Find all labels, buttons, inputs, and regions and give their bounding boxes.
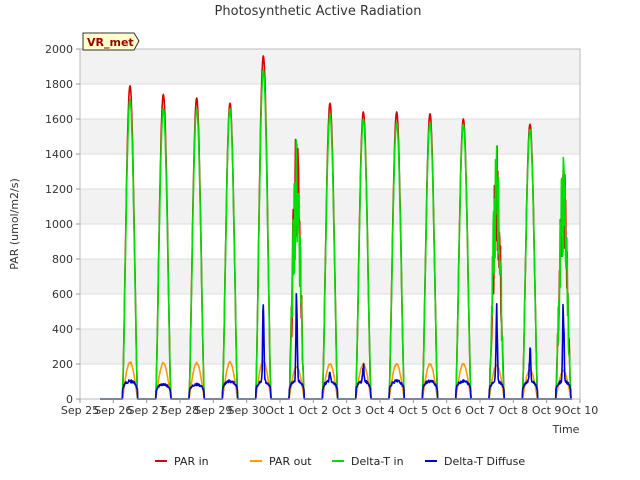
- y-tick-label: 600: [52, 288, 73, 301]
- y-tick-label: 800: [52, 253, 73, 266]
- grid-band: [80, 329, 580, 364]
- grid-band: [80, 259, 580, 294]
- x-tick-label: Oct 10: [562, 404, 599, 417]
- y-tick-label: 1000: [45, 218, 73, 231]
- station-label: VR_met: [87, 36, 134, 49]
- x-tick-label: Oct 6: [432, 404, 462, 417]
- y-tick-label: 1400: [45, 148, 73, 161]
- x-axis: Sep 25Sep 26Sep 27Sep 28Sep 29Sep 30 Oct …: [61, 399, 598, 417]
- station-badge: VR_met: [82, 32, 140, 51]
- x-tick-label: Oct 2: [299, 404, 329, 417]
- x-tick-label: Oct 9: [532, 404, 562, 417]
- y-tick-label: 200: [52, 358, 73, 371]
- legend-label: Delta-T Diffuse: [444, 455, 525, 468]
- legend-label: PAR in: [174, 455, 209, 468]
- y-tick-label: 1600: [45, 113, 73, 126]
- plot-background: [80, 49, 580, 364]
- y-axis: 0200400600800100012001400160018002000: [45, 43, 80, 406]
- y-tick-label: 2000: [45, 43, 73, 56]
- grid-band: [80, 119, 580, 154]
- y-tick-label: 400: [52, 323, 73, 336]
- x-tick-label: Oct 5: [399, 404, 429, 417]
- legend: PAR in PAR out Delta-T in Delta-T Diffuse: [155, 455, 525, 468]
- x-tick-label: Oct 4: [365, 404, 395, 417]
- legend-label: Delta-T in: [351, 455, 404, 468]
- grid-band: [80, 189, 580, 224]
- x-tick-label: Sep 30: [228, 404, 266, 417]
- y-axis-label: PAR (umol/m2/s): [8, 178, 21, 270]
- grid-band: [80, 49, 580, 84]
- y-tick-label: 1800: [45, 78, 73, 91]
- x-tick-label: Oct 8: [499, 404, 529, 417]
- y-tick-label: 1200: [45, 183, 73, 196]
- x-axis-label: Time: [552, 423, 580, 436]
- chart-title: Photosynthetic Active Radiation: [215, 4, 422, 19]
- legend-label: PAR out: [269, 455, 312, 468]
- x-tick-label: Oct 7: [465, 404, 495, 417]
- x-tick-label: Oct 3: [332, 404, 362, 417]
- par-chart: Photosynthetic Active Radiation 02004006…: [8, 4, 598, 468]
- x-tick-label: Oct 1: [265, 404, 295, 417]
